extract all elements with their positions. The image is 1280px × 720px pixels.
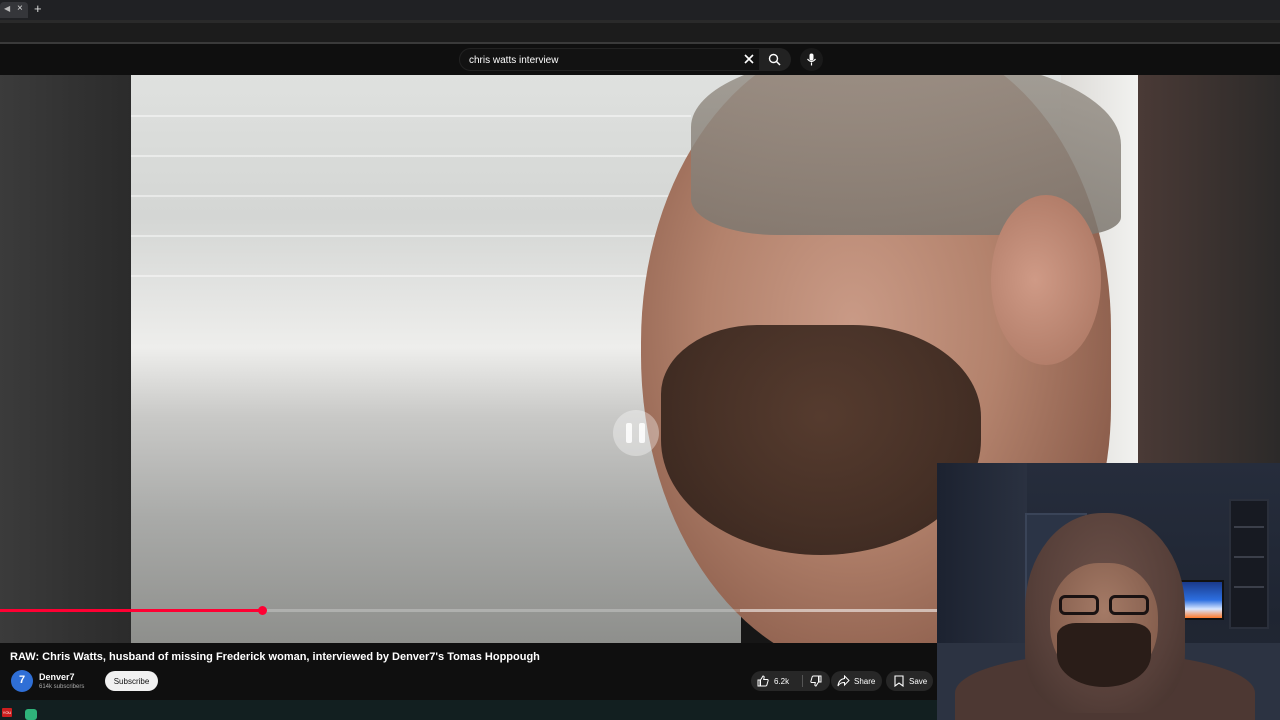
save-label: Save (909, 677, 928, 686)
progress-scrubber[interactable] (258, 606, 267, 615)
search-icon (768, 53, 781, 66)
interviewee-ear (991, 195, 1101, 365)
window-blind (131, 195, 691, 197)
window-blind (131, 155, 691, 157)
progress-buffer (740, 609, 937, 612)
share-icon (837, 675, 850, 687)
subscriber-count: 614k subscribers (39, 684, 85, 690)
shelf-row (1234, 526, 1264, 528)
like-icon (757, 675, 769, 687)
glasses-lens (1059, 595, 1099, 615)
streamer-glasses (1055, 595, 1153, 617)
window-blind (131, 275, 691, 277)
interviewee-beard (661, 325, 981, 555)
speaker-icon: ◀ (4, 4, 11, 13)
search-input[interactable] (469, 53, 729, 67)
video-info-bar: RAW: Chris Watts, husband of missing Fre… (0, 643, 937, 700)
browser-tab-strip: ◀ × + (0, 0, 1280, 20)
taskbar: YOU (0, 700, 937, 720)
streamer-beard (1057, 623, 1151, 687)
mic-icon (807, 53, 816, 66)
dislike-button[interactable] (803, 671, 830, 691)
browser-tab[interactable]: ◀ × (0, 2, 28, 18)
clear-icon[interactable] (741, 51, 757, 67)
video-title: RAW: Chris Watts, husband of missing Fre… (10, 651, 540, 663)
save-icon (894, 675, 904, 687)
close-icon[interactable]: × (17, 3, 23, 15)
progress-played (0, 609, 262, 612)
webcam-bookshelf (1229, 499, 1269, 629)
pause-bar (639, 423, 645, 443)
search-box (459, 48, 760, 71)
avatar-letter: 7 (18, 674, 26, 686)
youtube-header (0, 44, 1280, 75)
share-button[interactable]: Share (831, 671, 882, 691)
like-dislike-group: 6.2k (751, 671, 830, 691)
plus-icon[interactable]: + (34, 2, 42, 16)
shelf-row (1234, 556, 1264, 558)
channel-avatar[interactable]: 7 (11, 670, 33, 692)
youtube-taskbar-icon[interactable]: YOU (2, 708, 12, 717)
voice-search-button[interactable] (800, 48, 823, 71)
browser-toolbar (0, 20, 1280, 42)
glasses-lens (1109, 595, 1149, 615)
pause-icon[interactable] (613, 410, 659, 456)
window-blind (131, 115, 691, 117)
subscribe-button[interactable]: Subscribe (105, 671, 158, 691)
channel-name[interactable]: Denver7 (39, 672, 75, 682)
video-ambient-left (0, 75, 131, 643)
share-label: Share (854, 677, 876, 686)
webcam-overlay (937, 463, 1280, 720)
shelf-row (1234, 586, 1264, 588)
like-button[interactable]: 6.2k (751, 671, 801, 691)
dislike-icon (810, 675, 822, 687)
like-count: 6.2k (774, 677, 790, 686)
pause-bar (626, 423, 632, 443)
search-button[interactable] (760, 48, 791, 71)
save-button[interactable]: Save (886, 671, 933, 691)
app-taskbar-icon[interactable] (25, 709, 37, 720)
window-blind (131, 235, 691, 237)
